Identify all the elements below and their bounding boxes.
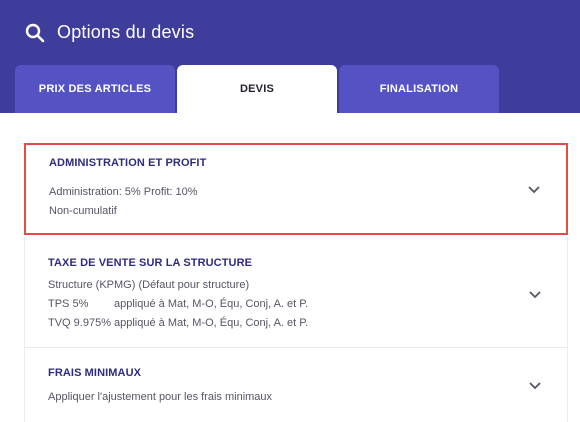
tax-row: TVQ 9.975% appliqué à Mat, M-O, Équ, Conj… [48, 317, 308, 329]
tax-name: TVQ 9.975% [48, 317, 111, 329]
chevron-down-icon[interactable] [528, 290, 542, 300]
tax-name: TPS 5% [48, 298, 89, 310]
tax-row: TPS 5% appliqué à Mat, M-O, Équ, Conj, A.… [48, 298, 308, 310]
tab-finalisation[interactable]: FINALISATION [339, 65, 499, 113]
admin-profit-values: Administration: 5% Profit: 10% [49, 186, 198, 198]
cumulative-mode: Non-cumulatif [49, 205, 117, 217]
search-icon[interactable] [25, 23, 45, 43]
tax-applies: appliqué à Mat, M-O, Équ, Conj, A. et P. [114, 317, 309, 329]
chevron-down-icon[interactable] [527, 185, 541, 195]
page-title: Options du devis [57, 22, 195, 42]
header-title-row: Options du devis [25, 22, 194, 43]
chevron-down-icon[interactable] [528, 381, 542, 391]
section-sales-tax[interactable]: TAXE DE VENTE SUR LA STRUCTURE Structure… [24, 237, 568, 347]
tax-applies: appliqué à Mat, M-O, Équ, Conj, A. et P. [114, 298, 309, 310]
tab-prix-des-articles[interactable]: PRIX DES ARTICLES [15, 65, 175, 113]
section-title: FRAIS MINIMAUX [48, 367, 142, 379]
section-administration-profit[interactable]: ADMINISTRATION ET PROFIT Administration:… [24, 143, 568, 235]
minimum-fees-description: Appliquer l'ajustement pour les frais mi… [48, 391, 273, 403]
content-area: ADMINISTRATION ET PROFIT Administration:… [0, 113, 580, 422]
section-title: ADMINISTRATION ET PROFIT [49, 157, 207, 169]
section-minimum-fees[interactable]: FRAIS MINIMAUX Appliquer l'ajustement po… [24, 348, 568, 422]
tab-bar: PRIX DES ARTICLES DEVIS FINALISATION [15, 65, 501, 113]
section-title: TAXE DE VENTE SUR LA STRUCTURE [48, 257, 253, 269]
tab-devis[interactable]: DEVIS [177, 65, 337, 113]
header: Options du devis PRIX DES ARTICLES DEVIS… [0, 0, 580, 113]
tax-structure: Structure (KPMG) (Défaut pour structure) [48, 279, 250, 291]
